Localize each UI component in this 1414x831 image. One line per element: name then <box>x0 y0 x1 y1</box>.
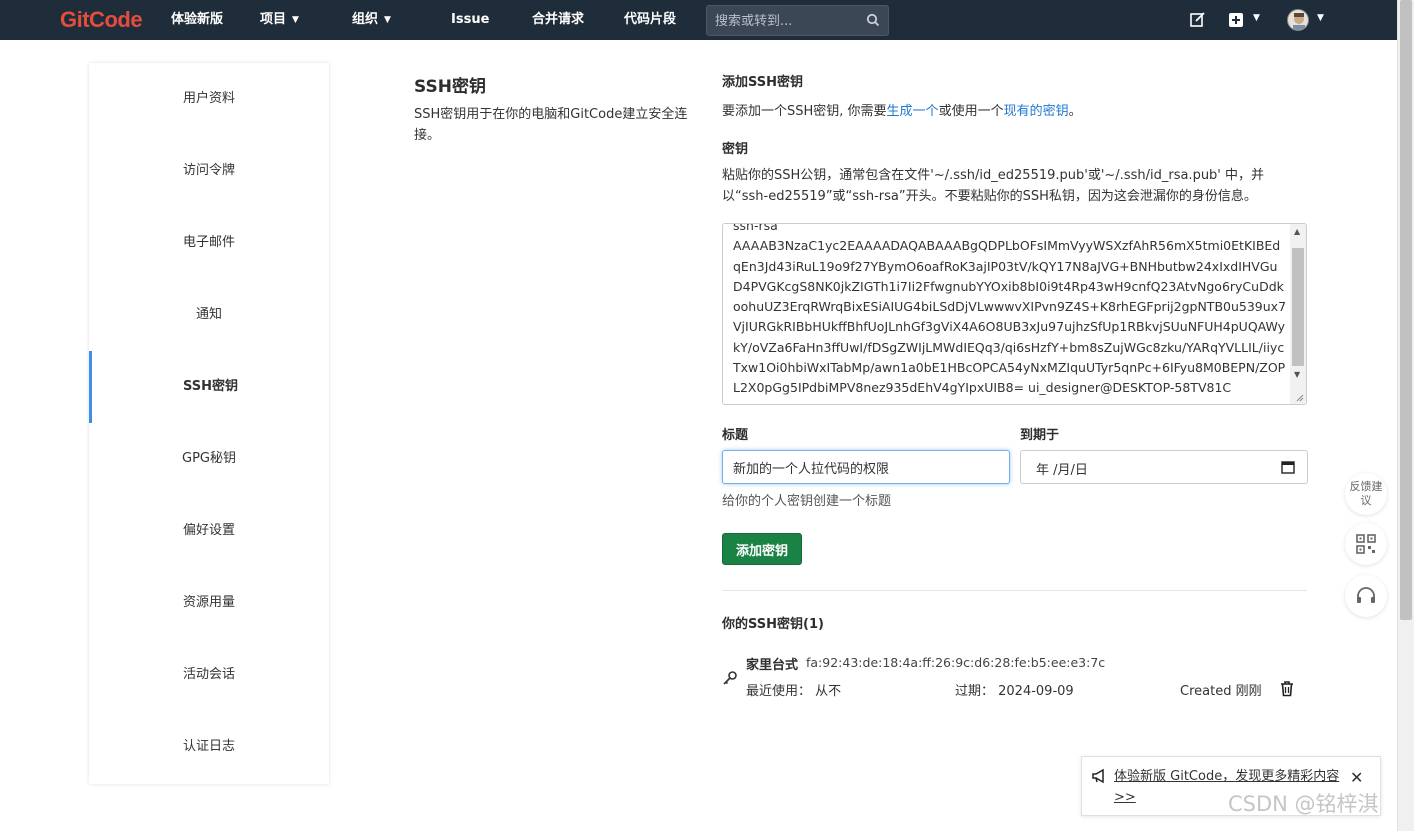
add-key-text-mid: 或使用一个 <box>938 104 1004 119</box>
add-key-text-post: 。 <box>1068 104 1082 119</box>
section-title: SSH密钥 <box>414 77 486 97</box>
title-label: 标题 <box>722 428 749 443</box>
plus-square-icon[interactable] <box>1227 11 1245 29</box>
nav-projects[interactable]: 项目 ▼ <box>260 0 299 40</box>
sidebar-item-access-tokens[interactable]: 访问令牌 <box>89 135 329 207</box>
chevron-down-icon[interactable]: ▼ <box>1317 13 1324 23</box>
textarea-scrollbar-thumb[interactable] <box>1292 248 1304 366</box>
scroll-down-arrow-icon[interactable]: ▼ <box>1294 370 1300 379</box>
key-fingerprint: fa:92:43:de:18:4a:ff:26:9c:d6:28:fe:b5:e… <box>806 655 1106 670</box>
sidebar-item-active-sessions[interactable]: 活动会话 <box>89 639 329 711</box>
nav-snippets[interactable]: 代码片段 <box>624 0 676 40</box>
edit-todo-icon[interactable] <box>1189 11 1207 29</box>
megaphone-icon <box>1092 768 1104 784</box>
textarea-scrollbar[interactable]: ▲ ▼ <box>1290 224 1306 404</box>
section-description: SSH密钥用于在你的电脑和GitCode建立安全连接。 <box>414 107 688 143</box>
search-box[interactable] <box>706 5 889 36</box>
key-name[interactable]: 家里台式 <box>746 654 798 673</box>
key-textarea-container: ssh-rsa AAAAB3NzaC1yc2EAAAADAQABAAABgQDP… <box>722 223 1307 405</box>
close-icon[interactable]: ✕ <box>1350 768 1363 787</box>
top-navbar: GitCode 体验新版 项目 ▼ 组织 ▼ Issue 合并请求 代码片段 ▼ ▼ <box>0 0 1397 40</box>
chevron-down-icon[interactable]: ▼ <box>1253 13 1260 23</box>
support-button[interactable] <box>1345 575 1387 617</box>
nav-issues-label: Issue <box>451 12 490 27</box>
add-key-text-pre: 要添加一个SSH密钥, 你需要 <box>722 104 887 119</box>
add-key-instructions: 要添加一个SSH密钥, 你需要生成一个或使用一个现有的密钥。 <box>722 100 1082 119</box>
nav-merge-requests[interactable]: 合并请求 <box>532 0 584 40</box>
sidebar-item-usage-quotas[interactable]: 资源用量 <box>89 567 329 639</box>
nav-snippets-label: 代码片段 <box>624 12 677 27</box>
title-hint: 给你的个人密钥创建一个标题 <box>722 494 892 509</box>
user-avatar[interactable] <box>1287 9 1309 31</box>
search-input[interactable] <box>715 12 860 30</box>
key-textarea[interactable]: ssh-rsa AAAAB3NzaC1yc2EAAAADAQABAAABgQDP… <box>723 224 1291 396</box>
settings-sidebar: 用户资料 访问令牌 电子邮件 通知 SSH密钥 GPG秘钥 偏好设置 资源用量 … <box>89 63 329 784</box>
nav-issues[interactable]: Issue <box>451 0 489 40</box>
feedback-label: 反馈建议 <box>1349 480 1383 507</box>
nav-merge-requests-label: 合并请求 <box>532 12 585 27</box>
headset-icon <box>1357 587 1375 603</box>
key-hint: 粘贴你的SSH公钥，通常包含在文件'~/.ssh/id_ed25519.pub'… <box>722 168 1265 204</box>
key-created: Created 刚刚 <box>1180 684 1262 699</box>
nav-try-new-label: 体验新版 <box>171 12 224 27</box>
watermark: CSDN @铭梓淇 <box>1228 792 1379 816</box>
your-keys-heading: 你的SSH密钥(1) <box>722 617 824 632</box>
add-key-button[interactable]: 添加密钥 <box>722 533 802 565</box>
key-icon <box>723 671 737 685</box>
add-key-heading: 添加SSH密钥 <box>722 75 804 90</box>
scroll-up-arrow-icon[interactable]: ▲ <box>1294 227 1300 236</box>
title-input[interactable] <box>722 450 1010 484</box>
gitcode-logo[interactable]: GitCode <box>60 7 143 33</box>
chevron-down-icon: ▼ <box>384 15 391 25</box>
sidebar-item-gpg-keys[interactable]: GPG秘钥 <box>89 423 329 495</box>
scrollbar-thumb[interactable] <box>1400 0 1412 620</box>
calendar-icon[interactable] <box>1281 460 1295 474</box>
divider <box>722 590 1307 591</box>
nav-try-new[interactable]: 体验新版 <box>171 0 223 40</box>
sidebar-item-ssh-keys[interactable]: SSH密钥 <box>89 351 329 423</box>
sidebar-item-emails[interactable]: 电子邮件 <box>89 207 329 279</box>
key-expires: 过期： 2024-09-09 <box>955 684 1074 699</box>
nav-projects-label: 项目 <box>260 12 287 27</box>
expires-label: 到期于 <box>1020 428 1060 443</box>
qrcode-icon <box>1356 534 1376 554</box>
sidebar-item-notifications[interactable]: 通知 <box>89 279 329 351</box>
sidebar-item-profile[interactable]: 用户资料 <box>89 63 329 135</box>
key-last-used: 最近使用： 从不 <box>746 684 842 699</box>
generate-key-link[interactable]: 生成一个 <box>887 104 939 119</box>
nav-groups-label: 组织 <box>352 12 379 27</box>
key-label: 密钥 <box>722 142 749 157</box>
sidebar-item-preferences[interactable]: 偏好设置 <box>89 495 329 567</box>
qrcode-button[interactable] <box>1345 523 1387 565</box>
expires-date-text: 年 /月/日 <box>1036 463 1088 478</box>
expires-date-input[interactable]: 年 /月/日 <box>1020 450 1308 484</box>
sidebar-item-auth-log[interactable]: 认证日志 <box>89 711 329 783</box>
delete-key-trash-icon[interactable] <box>1279 680 1295 697</box>
nav-groups[interactable]: 组织 ▼ <box>352 0 391 40</box>
feedback-button[interactable]: 反馈建议 <box>1345 473 1387 515</box>
page-scrollbar[interactable] <box>1397 0 1414 831</box>
existing-key-link[interactable]: 现有的密钥 <box>1004 104 1069 119</box>
chevron-down-icon: ▼ <box>292 15 299 25</box>
search-icon[interactable] <box>866 13 880 27</box>
resize-grip-icon[interactable] <box>1294 392 1304 402</box>
